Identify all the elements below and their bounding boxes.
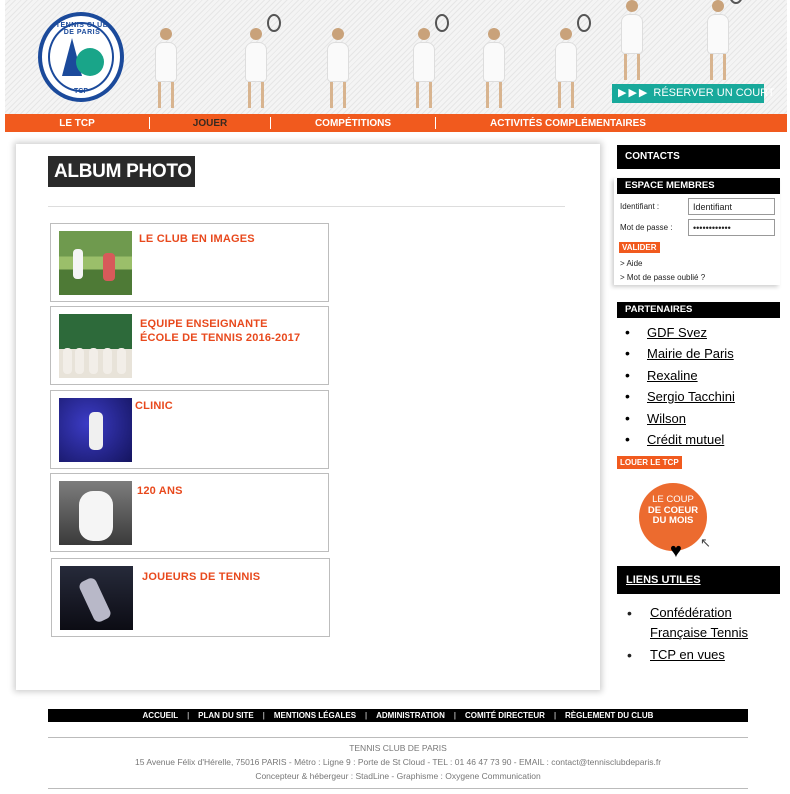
footer-address: 15 Avenue Félix d'Hérelle, 75016 PARIS -… <box>134 757 662 767</box>
arrows-icon: ▶▶▶ <box>618 87 650 99</box>
footer-nav: ACCUEIL | PLAN DU SITE | MENTIONS LÉGALES |… <box>48 709 748 722</box>
useful-links-list: Confédération Française Tennis TCP en vu… <box>627 603 777 667</box>
footer-link-comite[interactable]: COMITÉ DIRECTEUR <box>456 711 554 720</box>
useful-link[interactable]: TCP en vues <box>650 647 725 662</box>
footer-link-plan[interactable]: PLAN DU SITE <box>189 711 263 720</box>
album-title[interactable]: JOUEURS DE TENNIS <box>142 570 260 584</box>
album-thumbnail[interactable] <box>59 231 132 295</box>
player-illustration <box>327 28 349 108</box>
player-illustration <box>707 0 743 80</box>
album-title[interactable]: LE CLUB EN IMAGES <box>139 232 255 246</box>
player-illustration <box>555 14 591 108</box>
list-item: Crédit mutuel <box>625 429 735 450</box>
list-item: Confédération Française Tennis <box>627 603 777 643</box>
partner-link[interactable]: Crédit mutuel <box>647 432 724 447</box>
partners-title: PARTENAIRES <box>617 302 780 318</box>
nav-item-competitions[interactable]: COMPÉTITIONS <box>271 118 435 129</box>
album-thumbnail[interactable] <box>60 566 133 630</box>
footer-link-mentions[interactable]: MENTIONS LÉGALES <box>265 711 365 720</box>
id-field[interactable] <box>688 198 775 215</box>
members-login-box: ESPACE MEMBRES Identifiant : Mot de pass… <box>614 178 780 285</box>
list-item: GDF Svez <box>625 322 735 343</box>
coup-de-coeur-widget[interactable]: LE COUP DE COEUR DU MOIS ♥ ↖ <box>636 481 718 563</box>
footer-org: TENNIS CLUB DE PARIS <box>349 743 447 753</box>
nav-item-activites[interactable]: ACTIVITÉS COMPLÉMENTAIRES <box>436 118 700 129</box>
album-thumbnail[interactable] <box>59 314 132 378</box>
book-court-button[interactable]: ▶▶▶ RÉSERVER UN COURT <box>612 84 775 103</box>
album-title[interactable]: CLINIC <box>135 399 173 413</box>
club-logo[interactable]: TENNIS CLUB DE PARIS TCP <box>38 12 124 102</box>
book-court-label: RÉSERVER UN COURT <box>653 87 775 99</box>
partner-link[interactable]: Sergio Tacchini <box>647 389 735 404</box>
logo-text: TENNIS CLUB DE PARIS <box>55 22 109 36</box>
password-label: Mot de passe : <box>620 223 673 232</box>
rent-tcp-button[interactable]: LOUER LE TCP <box>617 456 682 469</box>
divider <box>48 206 565 207</box>
footer-link-accueil[interactable]: ACCUEIL <box>134 711 188 720</box>
forgot-password-link[interactable]: > Mot de passe oublié ? <box>620 273 705 282</box>
members-title: ESPACE MEMBRES <box>617 178 780 194</box>
partner-link[interactable]: Mairie de Paris <box>647 346 734 361</box>
partner-link[interactable]: GDF Svez <box>647 325 707 340</box>
player-illustration <box>245 14 281 108</box>
partners-list: GDF Svez Mairie de Paris Rexaline Sergio… <box>625 322 735 450</box>
nav-item-jouer[interactable]: JOUER <box>150 118 270 129</box>
useful-link[interactable]: Confédération Française Tennis <box>650 605 748 640</box>
page-title: ALBUM PHOTO <box>48 156 195 187</box>
footer-link-administration[interactable]: ADMINISTRATION <box>367 711 454 720</box>
heart-icon: ♥ <box>670 540 682 562</box>
useful-links-title: LIENS UTILES <box>617 566 780 594</box>
footer-credits: Concepteur & hébergeur : StadLine - Grap… <box>255 771 541 781</box>
player-illustration <box>483 28 505 108</box>
id-label: Identifiant : <box>620 202 660 211</box>
footer-link-reglement[interactable]: RÈGLEMENT DU CLUB <box>556 711 662 720</box>
password-field[interactable] <box>688 219 775 236</box>
album-card-clinic[interactable]: CLINIC <box>50 390 329 469</box>
list-item: Mairie de Paris <box>625 343 735 364</box>
album-thumbnail[interactable] <box>59 481 132 545</box>
site-header: TENNIS CLUB DE PARIS TCP ▶▶▶ RÉSERVER UN … <box>5 0 787 114</box>
list-item: TCP en vues <box>627 645 777 665</box>
list-item: Wilson <box>625 408 735 429</box>
list-item: Sergio Tacchini <box>625 386 735 407</box>
partner-link[interactable]: Rexaline <box>647 368 698 383</box>
main-nav: LE TCP JOUER COMPÉTITIONS ACTIVITÉS COMP… <box>5 114 787 132</box>
album-card-120-ans[interactable]: 120 ANS <box>50 473 329 552</box>
divider <box>48 737 748 738</box>
tennis-ball-icon <box>76 48 104 76</box>
album-thumbnail[interactable] <box>59 398 132 462</box>
player-illustration <box>413 14 449 108</box>
validate-button[interactable]: VALIDER <box>619 242 660 253</box>
contacts-link[interactable]: CONTACTS <box>617 145 780 169</box>
player-illustration <box>155 28 177 108</box>
album-card-joueurs[interactable]: JOUEURS DE TENNIS <box>51 558 330 637</box>
album-title[interactable]: EQUIPE ENSEIGNANTE ÉCOLE DE TENNIS 2016-… <box>140 317 300 345</box>
cursor-icon: ↖ <box>700 535 711 550</box>
album-card-equipe[interactable]: EQUIPE ENSEIGNANTE ÉCOLE DE TENNIS 2016-… <box>50 306 329 385</box>
nav-item-le-tcp[interactable]: LE TCP <box>5 118 149 129</box>
album-title[interactable]: 120 ANS <box>137 484 183 498</box>
album-card-club[interactable]: LE CLUB EN IMAGES <box>50 223 329 302</box>
player-illustration <box>621 0 643 80</box>
help-link[interactable]: > Aide <box>620 259 642 268</box>
list-item: Rexaline <box>625 365 735 386</box>
divider <box>48 788 748 789</box>
logo-abbr: TCP <box>74 88 88 95</box>
partner-link[interactable]: Wilson <box>647 411 686 426</box>
main-content: ALBUM PHOTO LE CLUB EN IMAGES EQUIPE ENS… <box>16 144 600 690</box>
